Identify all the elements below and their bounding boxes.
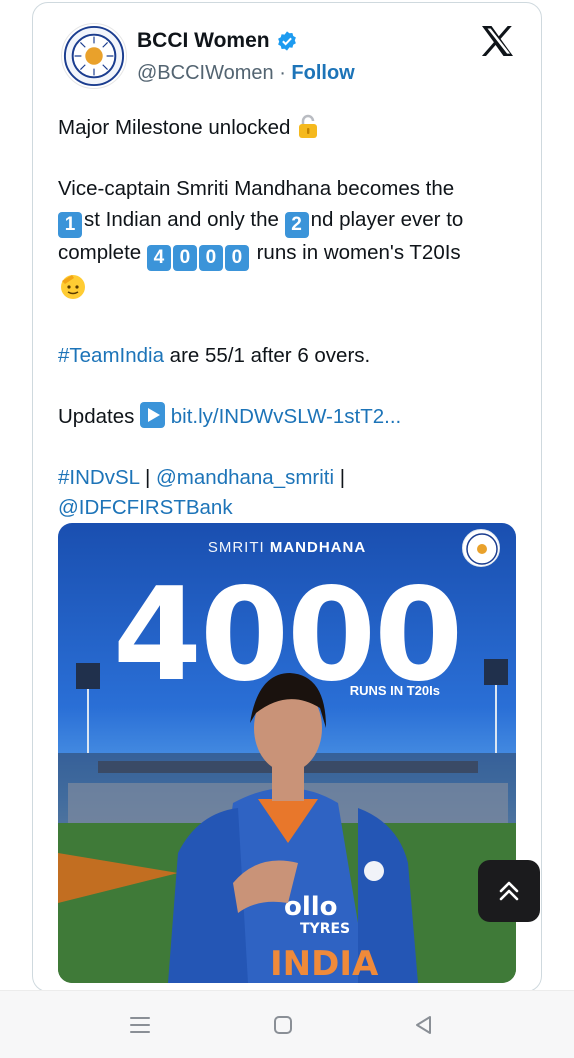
tweet-image[interactable]: ollo TYRES INDIA SMRITI MANDHANA 4000 RU…: [58, 523, 516, 983]
tweet-header: BCCI Women @BCCIWomen · Follow: [33, 3, 541, 103]
media-title-last: MANDHANA: [269, 539, 367, 556]
tweet-line: Vice-captain Smriti Mandhana becomes the: [58, 174, 518, 205]
follow-button[interactable]: Follow: [291, 62, 354, 84]
tweet-line-text: are 55/1 after 6 overs.: [163, 343, 371, 367]
tweet-line: Major Milestone unlocked: [58, 113, 518, 144]
tweet-line: Updates bit.ly/INDWvSLW-1stT2...: [58, 401, 518, 433]
verified-badge-icon: [276, 30, 298, 52]
lock-icon: [296, 113, 320, 139]
menu-icon[interactable]: [128, 1013, 152, 1042]
tweet-line-text: st Indian and only the: [84, 207, 279, 231]
x-logo-icon[interactable]: [479, 23, 515, 59]
tweet-line: complete 4000 runs in women's T20Is: [58, 238, 518, 271]
jersey-tyres: TYRES: [300, 921, 350, 937]
separator: |: [139, 465, 156, 489]
scroll-to-top-button[interactable]: [478, 860, 540, 922]
keycap: 0: [172, 244, 197, 271]
separator: ·: [273, 62, 292, 84]
hashtag-teamindia[interactable]: #TeamIndia: [58, 344, 164, 367]
display-name[interactable]: BCCI Women: [137, 29, 270, 53]
home-icon[interactable]: [271, 1013, 295, 1042]
system-nav-bar: [0, 990, 574, 1058]
tweet-line-text: nd player ever to: [310, 207, 464, 231]
tweet-line: #TeamIndia are 55/1 after 6 overs.: [58, 341, 518, 372]
tweet-line-text: runs in women's T20Is: [256, 240, 461, 264]
handle-row: @BCCIWomen · Follow: [137, 62, 355, 85]
media-title-first: SMRITI: [207, 539, 270, 556]
keycap: 0: [224, 244, 249, 271]
jersey-sponsor: ollo: [284, 892, 338, 922]
mention-smriti[interactable]: @mandhana_smriti: [156, 466, 334, 489]
mention-bank[interactable]: @IDFCFIRSTBank: [58, 496, 233, 519]
runs-label: RUNS IN T20Is: [349, 683, 440, 698]
tweet-line-text: complete: [58, 240, 142, 264]
tweet-line-text: Updates: [58, 404, 135, 428]
tweet-line: #INDvSL | @mandhana_smriti |: [58, 463, 518, 494]
chevron-up-icon: [499, 881, 519, 901]
tweet-line-text: Vice-captain Smriti Mandhana becomes the: [58, 177, 455, 200]
handle[interactable]: @BCCIWomen: [137, 62, 274, 84]
name-row: BCCI Women: [137, 29, 298, 53]
jersey-country: INDIA: [270, 944, 379, 983]
avatar[interactable]: [61, 23, 127, 89]
bcci-logo-icon: [63, 25, 125, 87]
tweet-line: @IDFCFIRSTBank: [58, 493, 518, 524]
tweet-card: BCCI Women @BCCIWomen · Follow Major Mil…: [32, 2, 542, 992]
tweet-line-text: Major Milestone unlocked: [58, 116, 291, 139]
separator: |: [334, 465, 346, 489]
saluting-face-icon: [58, 271, 88, 301]
back-icon[interactable]: [411, 1013, 435, 1042]
media-title: SMRITI MANDHANA: [58, 539, 516, 556]
tweet-text: Major Milestone unlocked Vice-captain Sm…: [58, 113, 518, 524]
tweet-line: [58, 271, 518, 311]
play-icon: [140, 401, 166, 428]
keycap: 2: [284, 211, 309, 238]
hashtag-indvsl[interactable]: #INDvSL: [58, 466, 139, 489]
keycap: 0: [198, 244, 223, 271]
tweet-line: 1st Indian and only the 2nd player ever …: [58, 205, 518, 238]
updates-link[interactable]: bit.ly/INDWvSLW-1stT2...: [171, 405, 401, 428]
keycap: 4: [146, 244, 171, 271]
big-number: 4000: [112, 561, 463, 710]
keycap: 1: [58, 211, 82, 238]
